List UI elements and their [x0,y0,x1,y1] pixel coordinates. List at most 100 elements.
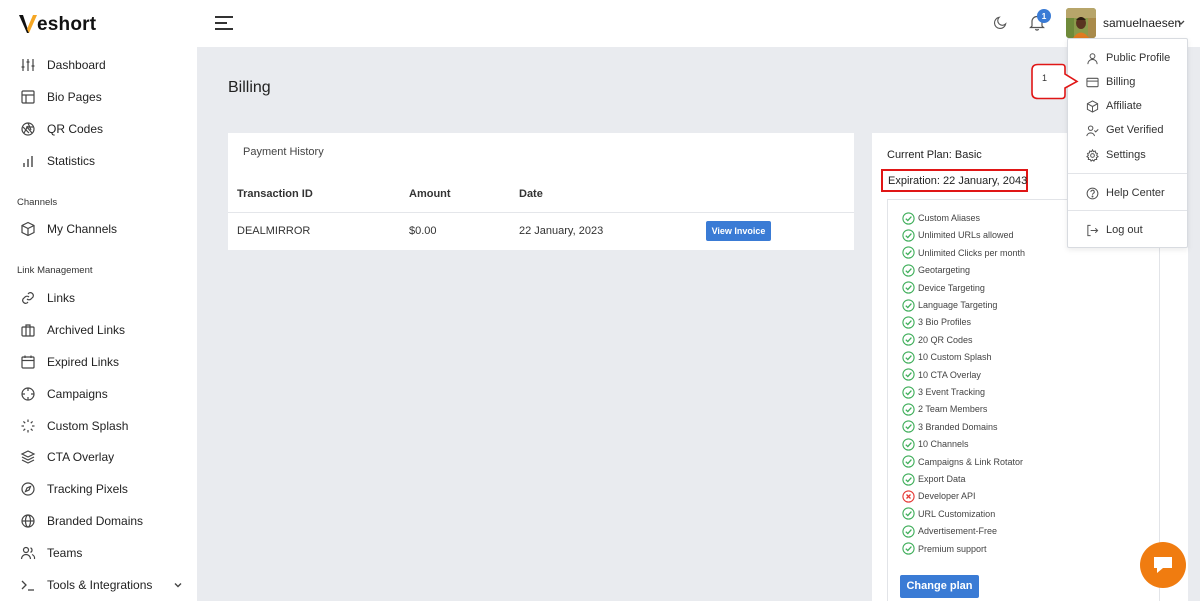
sidebar-item-campaigns[interactable]: Campaigns [0,380,197,408]
sidebar-item-label: Bio Pages [47,90,102,104]
chat-button[interactable] [1140,542,1186,588]
menu-item-help-center[interactable]: Help Center [1068,182,1187,204]
sidebar-item-label: Campaigns [47,387,108,401]
menu-item-log-out[interactable]: Log out [1068,219,1187,241]
sidebar-item-custom-splash[interactable]: Custom Splash [0,412,197,440]
transaction-id-cell: DEALMIRROR [237,225,311,237]
sidebar-item-label: QR Codes [47,122,104,136]
callout-number: 1 [1042,73,1047,83]
check-circle-icon [902,211,915,225]
menu-item-label: Affiliate [1106,100,1142,112]
box-icon [21,221,35,237]
plan-feature-item: Unlimited URLs allowed [902,228,1014,242]
brand-logo[interactable]: eshort [17,12,96,36]
sidebar-item-label: Links [47,291,76,305]
change-plan-button[interactable]: Change plan [900,575,979,598]
plan-feature-label: Developer API [918,491,976,502]
menu-item-settings[interactable]: Settings [1068,144,1187,166]
menu-item-get-verified[interactable]: Get Verified [1068,119,1187,141]
sidebar-item-tracking-pixels[interactable]: Tracking Pixels [0,475,197,503]
sidebar-item-tools-integrations[interactable]: Tools & Integrations [0,571,197,599]
globe-icon [21,514,35,528]
expiration-label: Expiration: 22 January, 2043 [888,175,1028,187]
link-management-heading: Link Management [17,265,93,276]
plan-feature-item: 10 Channels [902,437,969,451]
plan-feature-item: Advertisement-Free [902,524,997,538]
sidebar-item-branded-domains[interactable]: Branded Domains [0,507,197,535]
check-circle-icon [902,246,915,259]
sidebar-item-label: Dashboard [47,58,106,72]
avatar-photo [1066,8,1096,38]
sidebar-item-dashboard[interactable]: Dashboard [0,51,197,79]
sidebar-item-label: Teams [47,546,83,560]
moon-icon[interactable] [993,15,1008,30]
plan-feature-label: URL Customization [918,508,996,519]
log-out-icon [1087,224,1099,236]
check-circle-icon [902,420,915,433]
users-icon [20,546,36,560]
menu-divider [1068,210,1187,211]
menu-item-affiliate[interactable]: Affiliate [1068,95,1187,117]
check-circle-icon [902,316,915,329]
annotation-callout: 1 [1031,63,1079,100]
layout-icon [21,90,35,104]
sidebar-item-links[interactable]: Links [0,284,197,312]
link-icon [22,292,34,304]
check-circle-icon [902,333,915,346]
menu-item-label: Get Verified [1106,124,1164,136]
plan-feature-label: 20 QR Codes [918,334,973,345]
sliders-icon [21,59,35,71]
sidebar-item-label: Custom Splash [47,419,129,433]
menu-item-billing[interactable]: Billing [1068,71,1187,93]
compass-icon [21,482,35,496]
plan-feature-item: Language Targeting [902,298,997,312]
view-invoice-button[interactable]: View Invoice [706,221,771,241]
check-circle-icon [902,438,915,451]
page-title: Billing [228,79,271,96]
sidebar-item-teams[interactable]: Teams [0,539,197,567]
plan-feature-label: 2 Team Members [918,404,988,415]
chevron-down-icon[interactable] [1177,19,1185,26]
table-divider [228,212,854,213]
check-circle-icon [902,507,915,520]
plan-feature-label: Export Data [918,474,966,484]
plan-feature-item: 3 Branded Domains [902,420,998,434]
sidebar: eshort Dashboard Bio Pages QR Codes Stat… [0,0,197,601]
plan-feature-item: 10 Custom Splash [902,350,992,364]
crosshair-icon [21,387,35,401]
column-header-transaction-id: Transaction ID [237,188,313,200]
plan-feature-label: Unlimited URLs allowed [918,230,1014,241]
hamburger-menu-icon[interactable] [214,14,234,32]
sidebar-item-my-channels[interactable]: My Channels [0,215,197,243]
plan-feature-label: Language Targeting [918,300,998,310]
sidebar-item-label: Expired Links [47,355,120,369]
logo-v-mark [19,15,37,33]
username[interactable]: samuelnaesen [1103,16,1181,30]
menu-divider [1068,173,1187,174]
menu-item-public-profile[interactable]: Public Profile [1068,47,1187,69]
sidebar-item-expired-links[interactable]: Expired Links [0,348,197,376]
plan-feature-label: Premium support [918,543,987,554]
package-icon [1086,99,1099,113]
expiration-highlight: Expiration: 22 January, 2043 [881,169,1028,192]
check-circle-icon [902,281,915,294]
sidebar-item-statistics[interactable]: Statistics [0,147,197,175]
plan-feature-item: URL Customization [902,507,995,521]
user-dropdown-menu: Public Profile Billing Affiliate Get Ver… [1067,38,1188,248]
current-plan-label: Current Plan: Basic [887,149,982,161]
plan-feature-label: Device Targeting [918,282,985,293]
plan-feature-label: Custom Aliases [918,213,981,223]
sidebar-item-archived-links[interactable]: Archived Links [0,316,197,344]
plan-feature-label: 10 Channels [918,439,969,450]
plan-feature-item: Device Targeting [902,281,985,295]
logo-text: eshort [37,14,97,35]
check-circle-icon [902,298,915,312]
avatar[interactable] [1066,8,1096,38]
sidebar-item-bio-pages[interactable]: Bio Pages [0,83,197,111]
channels-heading: Channels [17,197,58,208]
plan-feature-label: Geotargeting [918,265,971,276]
sidebar-item-cta-overlay[interactable]: CTA Overlay [0,443,197,471]
briefcase-icon [21,324,35,337]
top-bar: 1 samuelnaesen [197,0,1200,47]
sidebar-item-qr-codes[interactable]: QR Codes [0,115,197,143]
